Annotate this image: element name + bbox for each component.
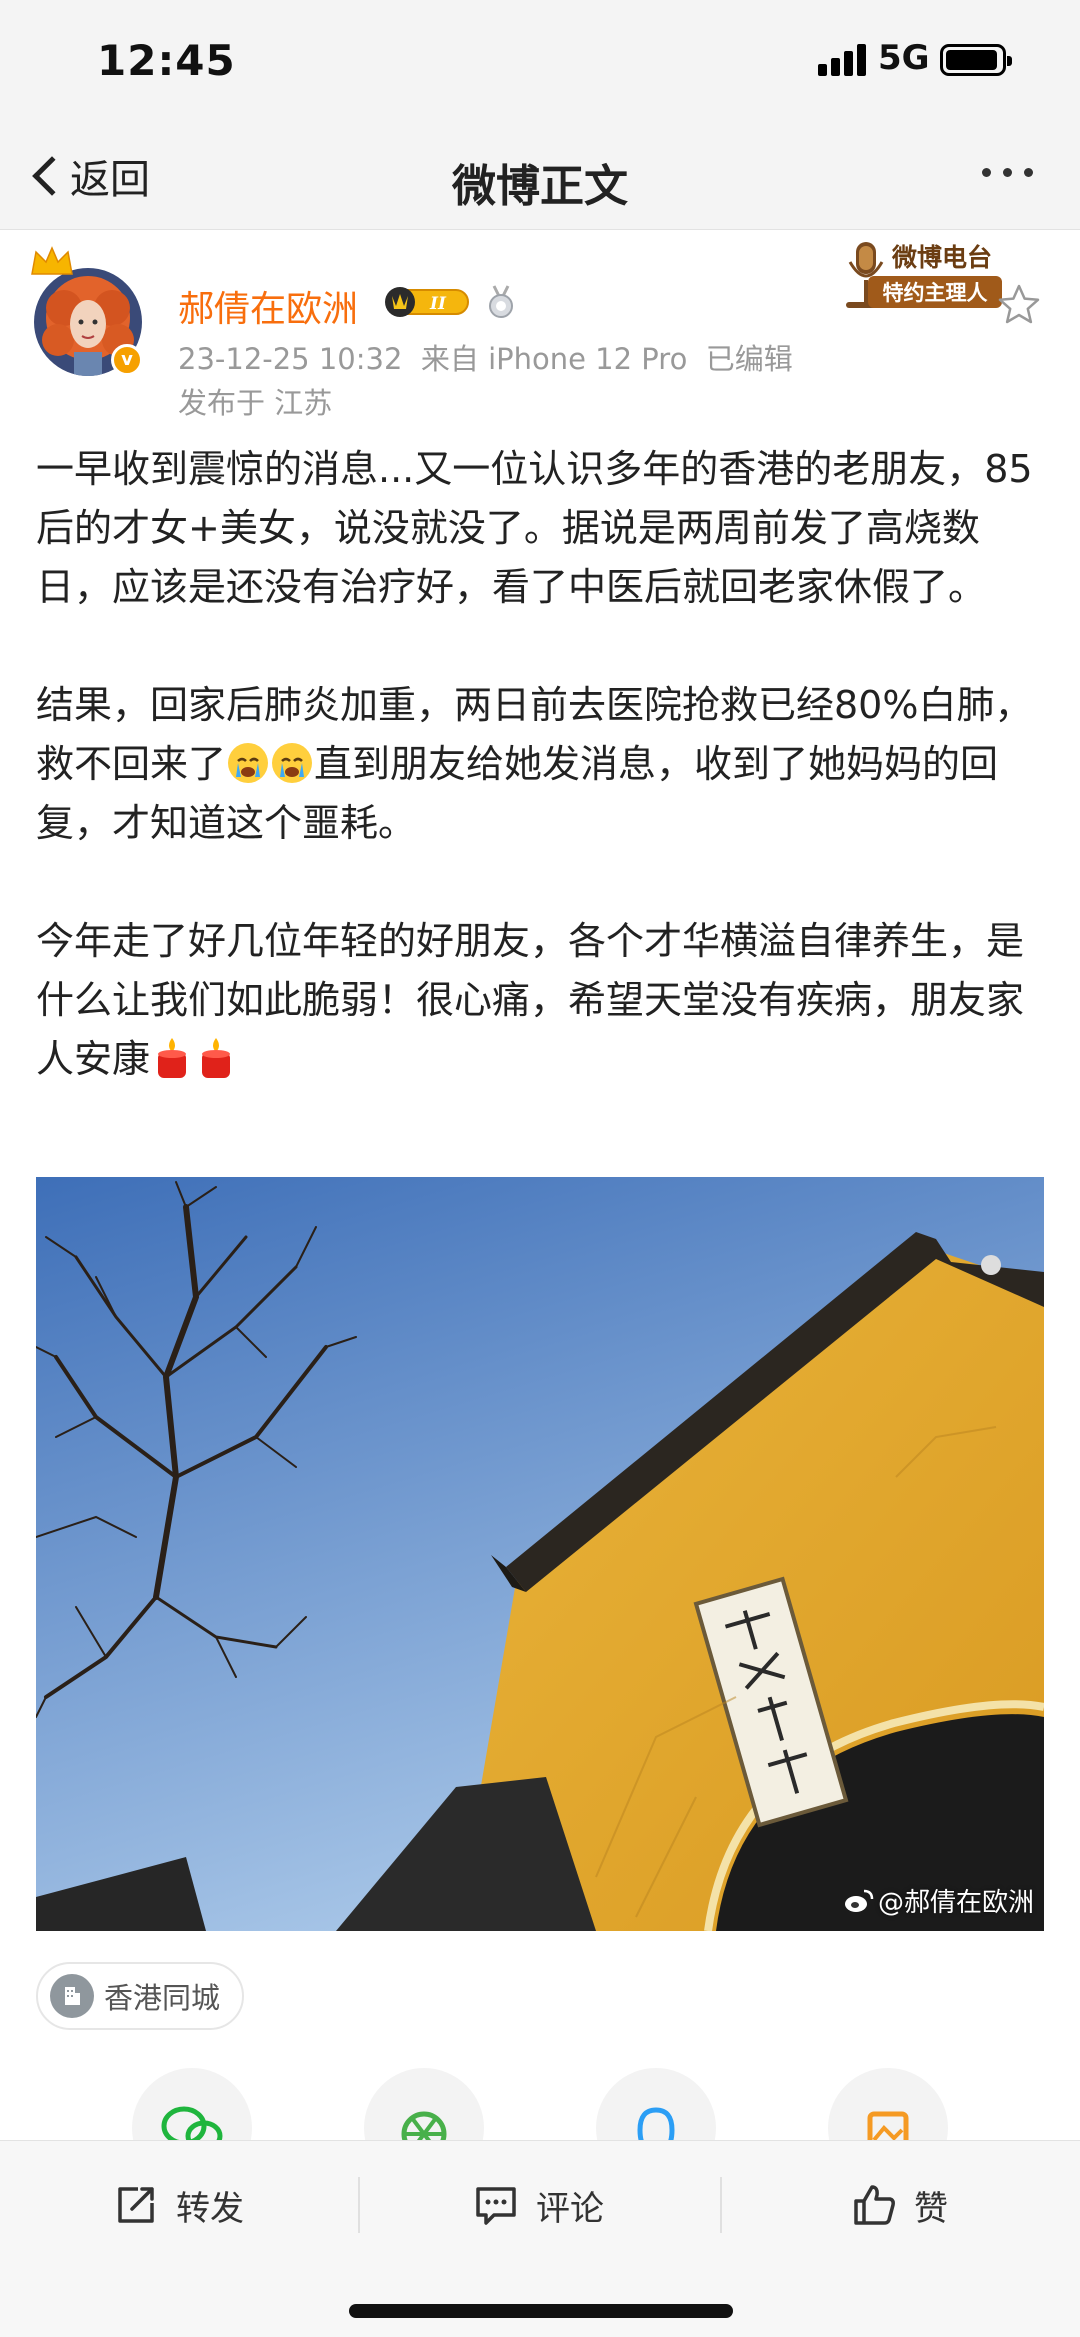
crown-icon <box>31 246 73 275</box>
network-type: 5G <box>878 38 930 78</box>
post-location: 发布于 江苏 <box>178 386 333 420</box>
radio-badge-subtitle: 特约主理人 <box>883 281 988 305</box>
like-button[interactable]: 赞 <box>852 2169 948 2241</box>
author-name[interactable]: 郝倩在欧洲 <box>178 280 358 332</box>
battery-icon <box>940 44 1012 76</box>
more-button[interactable] <box>982 168 1033 177</box>
signal-icon <box>818 44 868 76</box>
more-dot <box>1003 168 1012 177</box>
star-icon[interactable] <box>996 282 1042 328</box>
location-tag-label: 香港同城 <box>104 1981 221 2015</box>
watermark-text: @郝倩在欧洲 <box>877 1888 1034 1918</box>
weibo-logo-icon <box>844 1889 874 1912</box>
radio-host-badge[interactable]: 微博电台 特约主理人 <box>810 232 1006 328</box>
more-dot <box>982 168 991 177</box>
post-paragraph: 结果，回家后肺炎加重，两日前去医院抢救已经80%白肺，救不回来了 直到朋友给她发消… <box>36 676 1046 853</box>
status-time: 12:45 <box>97 36 236 85</box>
action-divider <box>358 2177 360 2233</box>
post-paragraph: 一早收到震惊的消息...又一位认识多年的香港的老朋友，85后的才女+美女，说没就… <box>36 447 1033 609</box>
post-paragraph: 今年走了好几位年轻的好朋友，各个才华横溢自律养生，是什么让我们如此脆弱！很心痛，… <box>36 912 1046 1089</box>
candle-emoji-icon <box>202 1038 231 1078</box>
building-icon <box>50 1974 94 2018</box>
page-title: 微博正文 <box>452 161 628 212</box>
crying-emoji-icon <box>228 743 269 783</box>
like-label: 赞 <box>914 2188 948 2229</box>
comment-icon <box>476 2187 516 2225</box>
repost-label: 转发 <box>176 2188 244 2229</box>
comment-label: 评论 <box>536 2188 604 2229</box>
member-level: II <box>429 294 447 314</box>
comment-button[interactable]: 评论 <box>474 2169 604 2241</box>
location-tag[interactable]: 香港同城 <box>36 1962 245 2030</box>
radio-badge-title: 微博电台 <box>891 243 992 272</box>
home-indicator <box>349 2304 733 2318</box>
post-image[interactable]: @郝倩在欧洲 <box>36 1177 1044 1931</box>
post-body: 一早收到震惊的消息...又一位认识多年的香港的老朋友，85后的才女+美女，说没就… <box>36 440 1046 1089</box>
member-badge-icon[interactable]: II <box>380 284 476 320</box>
action-bar: 转发 评论 赞 <box>0 2140 1080 2337</box>
repost-icon <box>118 2187 154 2223</box>
nav-bar: 返回 微博正文 <box>0 120 1080 230</box>
crying-emoji-icon <box>272 743 313 783</box>
verified-icon: v <box>111 344 143 376</box>
candle-emoji-icon <box>158 1038 187 1078</box>
more-dot <box>1024 168 1033 177</box>
post-meta: 23-12-25 10:32 来自 iPhone 12 Pro 已编辑 <box>178 342 793 376</box>
thumbs-up-icon <box>854 2185 895 2225</box>
medal-icon[interactable] <box>484 284 518 320</box>
action-divider <box>720 2177 722 2233</box>
status-bar: 12:45 5G <box>0 0 1080 120</box>
repost-button[interactable]: 转发 <box>114 2169 244 2241</box>
image-watermark: @郝倩在欧洲 <box>844 1882 1034 1919</box>
